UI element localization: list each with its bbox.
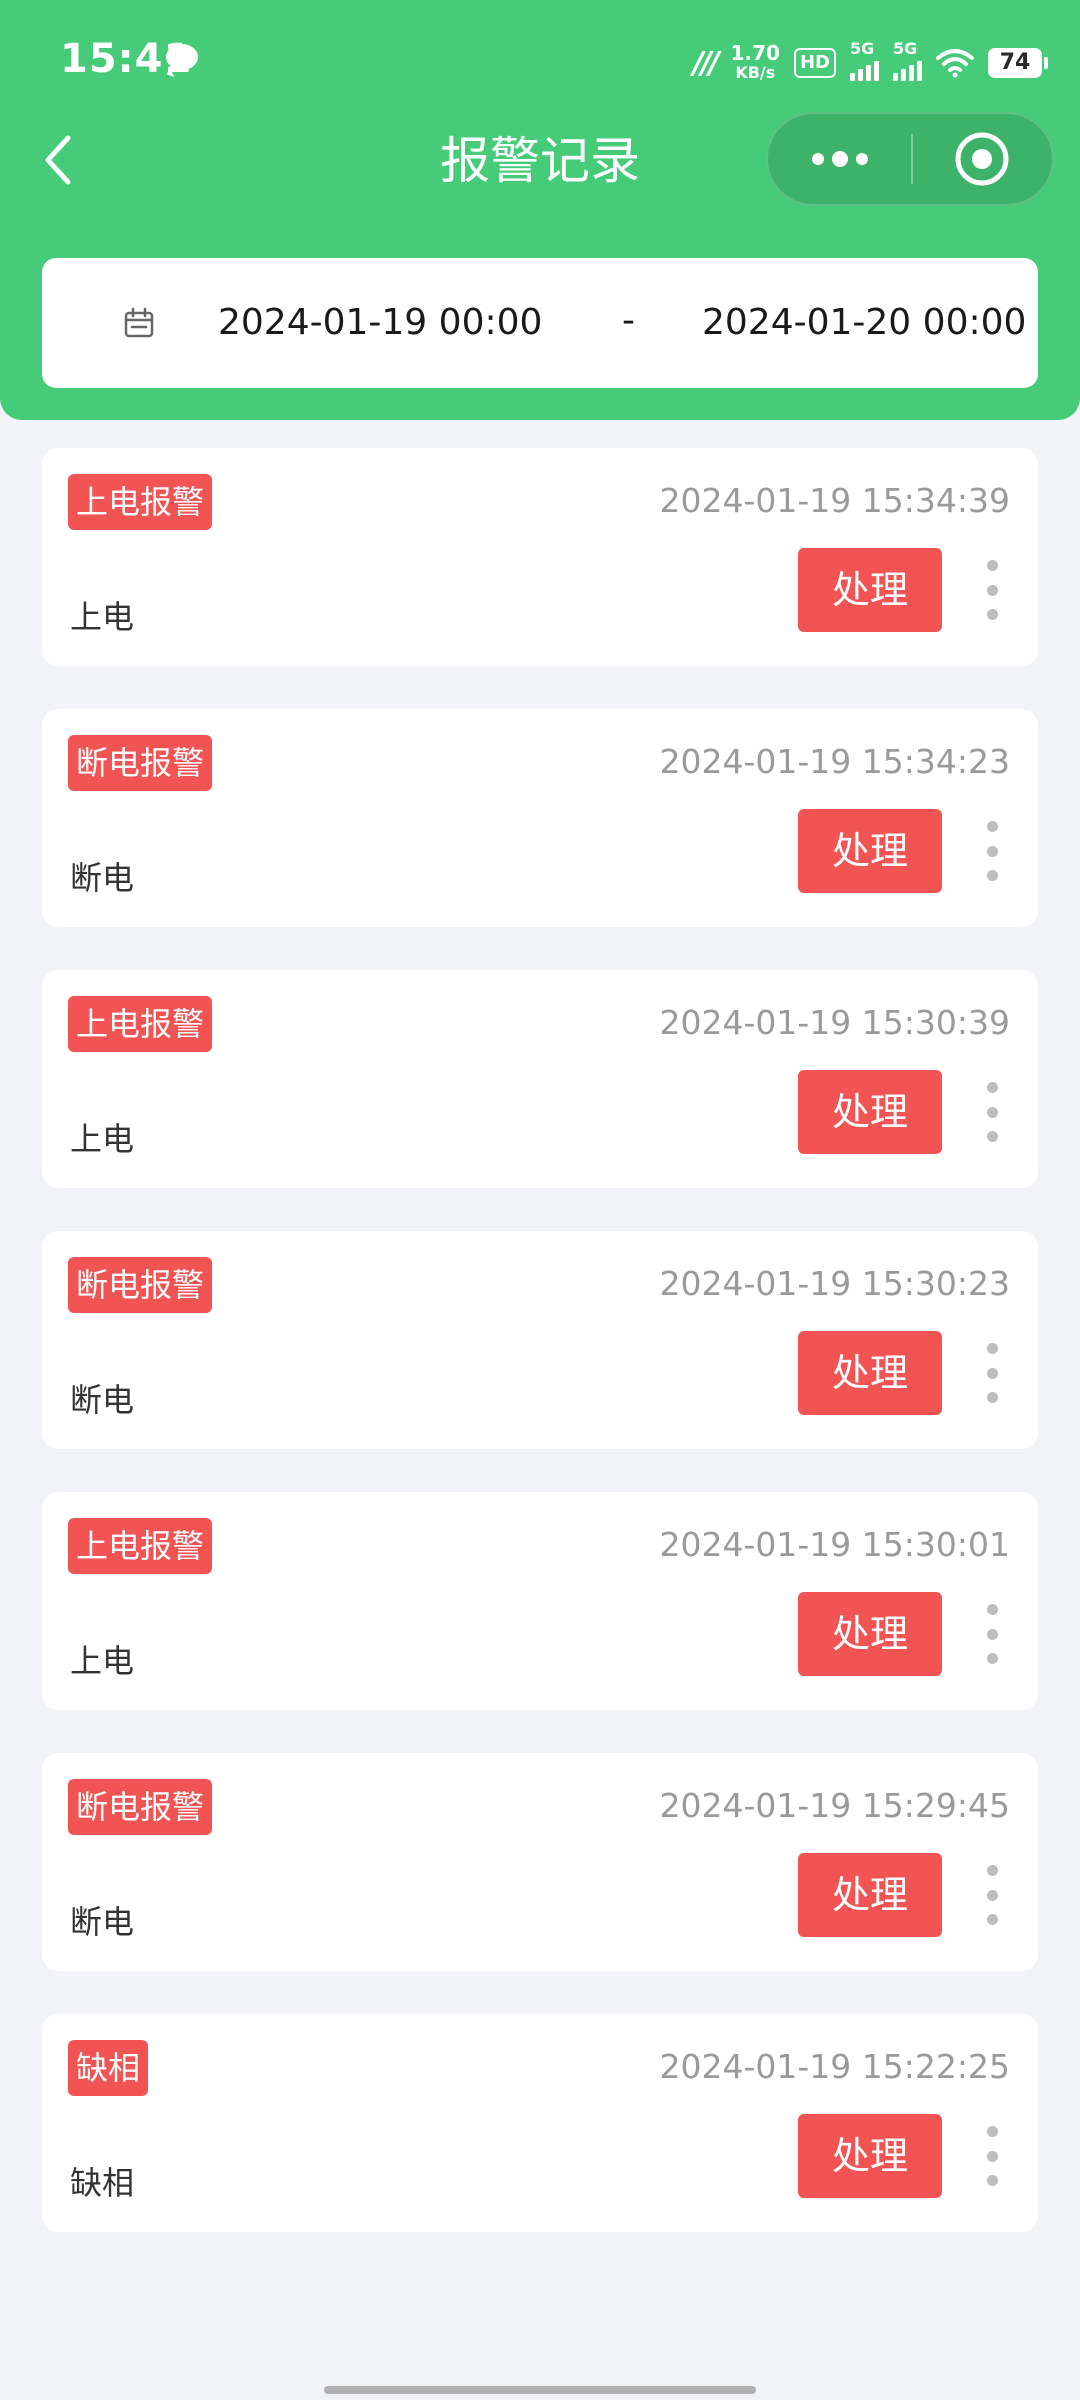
more-dots-icon [812,151,868,167]
alarm-type-tag: 上电报警 [68,996,213,1052]
alarm-description: 缺相 [70,2164,135,2202]
network-speed-unit: KB/s [735,63,776,82]
close-mini-program-button[interactable] [912,114,1052,204]
more-vertical-icon[interactable] [976,560,1008,620]
wifi-icon [936,49,974,78]
alarm-time: 2024-01-19 15:29:45 [659,1786,1010,1825]
alarm-type-tag: 上电报警 [68,1518,213,1574]
more-vertical-icon[interactable] [976,1343,1008,1403]
alarm-card: 断电报警 2024-01-19 15:29:45 断电 处理 [42,1753,1038,1971]
start-date-field[interactable]: 2024-01-19 00:00 [218,258,542,388]
date-range-picker[interactable]: 2024-01-19 00:00 - 2024-01-20 00:00 [42,258,1038,388]
alarm-card: 缺相 2024-01-19 15:22:25 缺相 处理 [42,2014,1038,2232]
alarm-type-tag: 断电报警 [68,1257,213,1313]
carrier-logo-icon: /// [692,45,720,81]
handle-button[interactable]: 处理 [798,1592,942,1676]
signal-sim1-icon: 5G [850,39,879,81]
handle-button[interactable]: 处理 [798,1853,942,1937]
alarm-time: 2024-01-19 15:22:25 [659,2047,1010,2086]
home-indicator[interactable] [324,2386,756,2394]
battery-icon: 74 [988,48,1048,78]
signal-sim2-icon: 5G [893,39,922,81]
alarm-description: 断电 [70,859,135,897]
alarm-card: 断电报警 2024-01-19 15:34:23 断电 处理 [42,709,1038,927]
signal-sim2-label: 5G [893,39,918,58]
network-speed: 1.70 KB/s [731,43,780,83]
more-vertical-icon[interactable] [976,1604,1008,1664]
alarm-card: 上电报警 2024-01-19 15:34:39 上电 处理 [42,448,1038,666]
target-circle-icon [955,132,1009,186]
more-vertical-icon[interactable] [976,1082,1008,1142]
alarm-description: 断电 [70,1903,135,1941]
handle-button[interactable]: 处理 [798,2114,942,2198]
handle-button[interactable]: 处理 [798,548,942,632]
alarm-description: 上电 [70,598,135,636]
alarm-time: 2024-01-19 15:30:01 [659,1525,1010,1564]
chat-bubble-icon [166,44,198,70]
handle-button[interactable]: 处理 [798,1331,942,1415]
more-menu-button[interactable] [768,114,912,204]
alarm-type-tag: 断电报警 [68,735,213,791]
date-separator: - [622,300,635,341]
alarm-type-tag: 缺相 [68,2040,149,2096]
status-icons: /// 1.70 KB/s HD 5G 5G 74 [692,38,1048,88]
alarm-card: 断电报警 2024-01-19 15:30:23 断电 处理 [42,1231,1038,1449]
alarm-time: 2024-01-19 15:34:39 [659,481,1010,520]
alarm-description: 上电 [70,1120,135,1158]
alarm-card: 上电报警 2024-01-19 15:30:39 上电 处理 [42,970,1038,1188]
alarm-card: 上电报警 2024-01-19 15:30:01 上电 处理 [42,1492,1038,1710]
more-vertical-icon[interactable] [976,821,1008,881]
alarm-description: 断电 [70,1381,135,1419]
alarm-time: 2024-01-19 15:30:23 [659,1264,1010,1303]
alarm-description: 上电 [70,1642,135,1680]
more-vertical-icon[interactable] [976,2126,1008,2186]
more-vertical-icon[interactable] [976,1865,1008,1925]
calendar-icon [124,307,154,338]
alarm-time: 2024-01-19 15:34:23 [659,742,1010,781]
network-speed-value: 1.70 [730,41,780,65]
alarm-type-tag: 断电报警 [68,1779,213,1835]
signal-sim1-label: 5G [850,39,875,58]
status-bar: 15:41 /// 1.70 KB/s HD 5G 5G 74 [0,0,1080,120]
handle-button[interactable]: 处理 [798,809,942,893]
handle-button[interactable]: 处理 [798,1070,942,1154]
end-date-field[interactable]: 2024-01-20 00:00 [702,258,1026,388]
alarm-type-tag: 上电报警 [68,474,213,530]
hd-badge: HD [793,48,836,78]
alarm-time: 2024-01-19 15:30:39 [659,1003,1010,1042]
mini-program-capsule [766,112,1054,206]
